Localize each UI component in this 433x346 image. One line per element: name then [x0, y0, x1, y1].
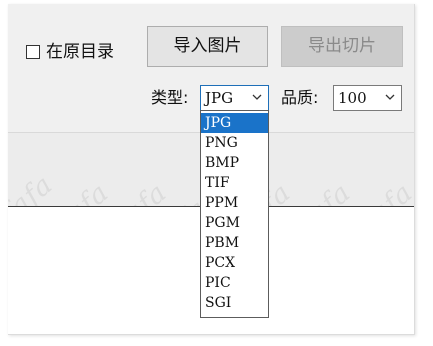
watermark-text: fafa	[356, 177, 414, 206]
format-option-pbm[interactable]: PBM	[201, 233, 268, 253]
same-directory-checkbox[interactable]	[26, 45, 40, 59]
watermark-text: fafa	[8, 168, 59, 206]
quality-select-value: 100	[338, 89, 367, 107]
import-images-button[interactable]: 导入图片	[147, 26, 268, 67]
format-option-sgi[interactable]: SGI	[201, 293, 268, 313]
format-select-value: JPG	[205, 89, 234, 107]
export-slices-button: 导出切片	[281, 26, 403, 67]
format-option-png[interactable]: PNG	[201, 133, 268, 153]
quality-label: 品质:	[281, 88, 319, 107]
watermark-text: fafa	[52, 177, 115, 206]
format-dropdown-list[interactable]: JPG PNG BMP TIF PPM PGM PBM PCX PIC SGI	[200, 110, 269, 318]
watermark-text: fafa	[110, 177, 173, 206]
format-label: 类型:	[151, 88, 189, 107]
watermark-text: fafa	[294, 177, 357, 206]
chevron-down-icon	[385, 94, 395, 100]
same-directory-label[interactable]: 在原目录	[46, 40, 114, 64]
format-option-bmp[interactable]: BMP	[201, 153, 268, 173]
same-directory-option[interactable]: 在原目录	[26, 40, 114, 64]
format-option-tif[interactable]: TIF	[201, 173, 268, 193]
format-option-pic[interactable]: PIC	[201, 273, 268, 293]
slicer-window: 在原目录 导入图片 导出切片 类型: JPG 品质: 100 fafa fafa…	[8, 4, 415, 335]
chevron-down-icon	[252, 94, 262, 100]
format-option-pcx[interactable]: PCX	[201, 253, 268, 273]
quality-select[interactable]: 100	[333, 85, 402, 111]
format-option-jpg[interactable]: JPG	[201, 113, 268, 133]
format-option-ppm[interactable]: PPM	[201, 193, 268, 213]
format-select[interactable]: JPG	[200, 85, 269, 111]
format-option-pgm[interactable]: PGM	[201, 213, 268, 233]
